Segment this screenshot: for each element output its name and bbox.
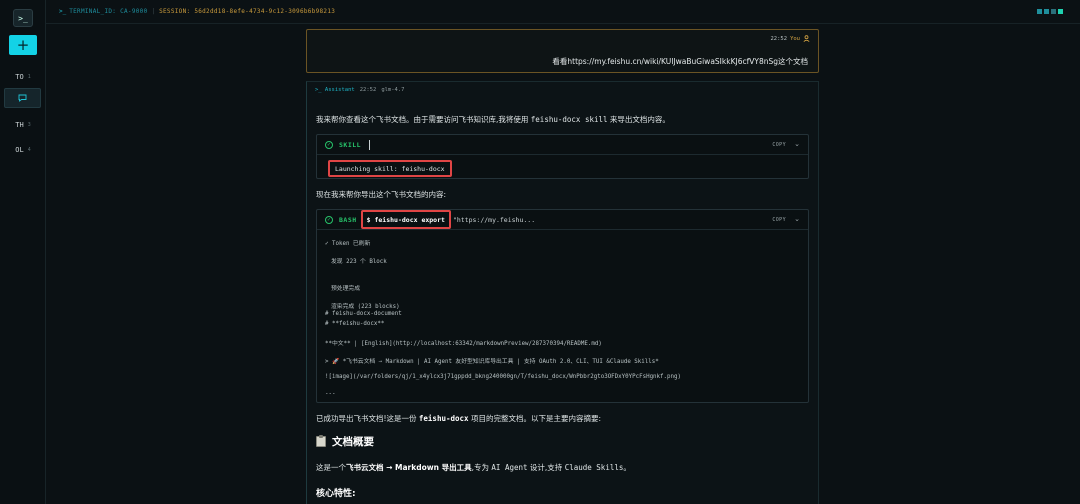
rail-item-chat[interactable] <box>4 88 41 108</box>
user-icon <box>803 35 810 42</box>
text: 我来帮你查看这个飞书文档。由于需要访问飞书知识库,我将使用 <box>316 115 531 124</box>
status-dot <box>1037 9 1042 14</box>
left-rail: >_ + TO 1 TH 3 OL 4 <box>0 0 46 504</box>
chevron-down-icon[interactable]: ⌄ <box>794 215 800 223</box>
tool-label: BASH <box>339 215 357 224</box>
skill-output: Launching skill: feishu-docx <box>328 160 452 177</box>
rail-item-th[interactable]: TH 3 <box>0 115 46 135</box>
rail-item-ol[interactable]: OL 4 <box>0 140 46 160</box>
output-line: # **feishu-docx** <box>325 321 385 327</box>
new-session-button[interactable]: + <box>9 35 37 55</box>
output-line: 发现 223 个 Block <box>331 259 387 265</box>
inline-code: feishu-docx <box>418 414 469 423</box>
user-message-meta: 22:52 You <box>771 35 811 42</box>
text-cursor <box>369 139 371 150</box>
output-line: 渲染完成 (223 blocks) <box>331 304 400 310</box>
text: 。 <box>623 463 631 472</box>
tool-header[interactable]: ✓ BASH $ feishu-docx export "https://my.… <box>317 210 808 230</box>
session-id: SESSION: 56d2dd18-8efe-4734-9c12-3096b6b… <box>159 8 336 15</box>
check-circle-icon: ✓ <box>325 215 333 224</box>
skill-tool-block: ✓ SKILL COPY ⌄ Launching skill: feishu-d… <box>316 134 809 179</box>
output-line: 预处理完成 <box>331 286 360 292</box>
message-time: 22:52 <box>359 87 377 93</box>
features-title: 核心特性: <box>316 489 356 499</box>
output-line: ![image](/var/folders/qj/1_x4ylcx3j71gpp… <box>325 374 681 380</box>
message-author: You <box>790 35 800 42</box>
bash-command-arg: "https://my.feishu... <box>452 215 536 224</box>
output-line: # feishu-docx-document <box>325 311 402 317</box>
intro-paragraph: 我来帮你查看这个飞书文档。由于需要访问飞书知识库,我将使用 feishu-doc… <box>316 114 670 125</box>
rail-item-label: TO <box>15 73 24 81</box>
text: 设计,支持 <box>527 463 565 472</box>
status-dot <box>1058 9 1063 14</box>
inline-code: feishu-docx skill <box>530 115 608 124</box>
chat-column: 22:52 You 看看https://my.feishu.cn/wiki/KU… <box>306 29 819 504</box>
chevron-down-icon[interactable]: ⌄ <box>794 140 800 148</box>
done-paragraph: 已成功导出飞书文档!这是一份 feishu-docx 项目的完整文档。以下是主要… <box>316 413 601 424</box>
message-time: 22:52 <box>770 35 788 42</box>
terminal-logo-icon[interactable]: >_ <box>13 9 33 27</box>
rail-item-num: 1 <box>27 74 31 80</box>
rail-item-num: 4 <box>27 147 31 153</box>
text: 来导出文档内容。 <box>607 115 670 124</box>
bold-text: 飞书云文档 → Markdown 导出工具 <box>346 463 472 472</box>
assistant-message: >_ Assistant 22:52 glm-4.7 我来帮你查看这个飞书文档。… <box>306 81 819 504</box>
terminal-id: TERMINAL_ID: CA-9000 <box>69 8 148 15</box>
inline-code: Claude Skills <box>564 463 624 472</box>
status-dot <box>1044 9 1049 14</box>
rail-item-num: 3 <box>27 122 31 128</box>
rail-item-label: OL <box>15 146 24 154</box>
chat-bubble-icon <box>18 94 27 102</box>
status-dots <box>1037 9 1063 14</box>
text: 项目的完整文档。以下是主要内容摘要: <box>468 414 601 423</box>
rail-item-label: TH <box>15 121 24 129</box>
clipboard-icon <box>316 435 326 447</box>
status-dot <box>1051 9 1056 14</box>
copy-button[interactable]: COPY <box>772 217 786 223</box>
mid-paragraph: 现在我来帮你导出这个飞书文档的内容: <box>316 190 447 199</box>
assistant-header: >_ Assistant 22:52 glm-4.7 <box>315 87 405 93</box>
bash-tool-block: ✓ BASH $ feishu-docx export "https://my.… <box>316 209 809 403</box>
text: 这是一个 <box>316 463 346 472</box>
output-line: **中文** | [English](http://localhost:6334… <box>325 341 602 347</box>
top-bar: >_ TERMINAL_ID: CA-9000 | SESSION: 56d2d… <box>46 0 1080 24</box>
inline-code: AI Agent <box>491 463 528 472</box>
overview-paragraph: 这是一个飞书云文档 → Markdown 导出工具,专为 AI Agent 设计… <box>316 462 631 473</box>
separator: | <box>151 8 156 15</box>
rail-item-to[interactable]: TO 1 <box>0 67 46 87</box>
tool-label: SKILL <box>339 140 362 149</box>
output-line: > 🚀 *飞书云文档 → Markdown | AI Agent 友好型知识库导… <box>325 359 659 365</box>
output-line: --- <box>325 391 336 397</box>
output-line: ✓ Token 已刷新 <box>325 241 371 247</box>
user-message-text: 看看https://my.feishu.cn/wiki/KUIJwaBuGiwa… <box>552 57 808 66</box>
assistant-name: >_ Assistant <box>315 87 355 93</box>
tool-header[interactable]: ✓ SKILL COPY ⌄ <box>317 135 808 155</box>
copy-button[interactable]: COPY <box>772 142 786 148</box>
section-title-text: 文档概要 <box>332 436 374 448</box>
check-circle-icon: ✓ <box>325 140 333 149</box>
bash-command: $ feishu-docx export <box>360 210 451 229</box>
text: ,专为 <box>471 463 492 472</box>
model-name: glm-4.7 <box>381 87 405 93</box>
prompt-icon: >_ <box>59 8 67 15</box>
text: 已成功导出飞书文档!这是一份 <box>316 414 419 423</box>
user-message: 22:52 You 看看https://my.feishu.cn/wiki/KU… <box>306 29 819 73</box>
section-title: 文档概要 <box>316 434 374 449</box>
